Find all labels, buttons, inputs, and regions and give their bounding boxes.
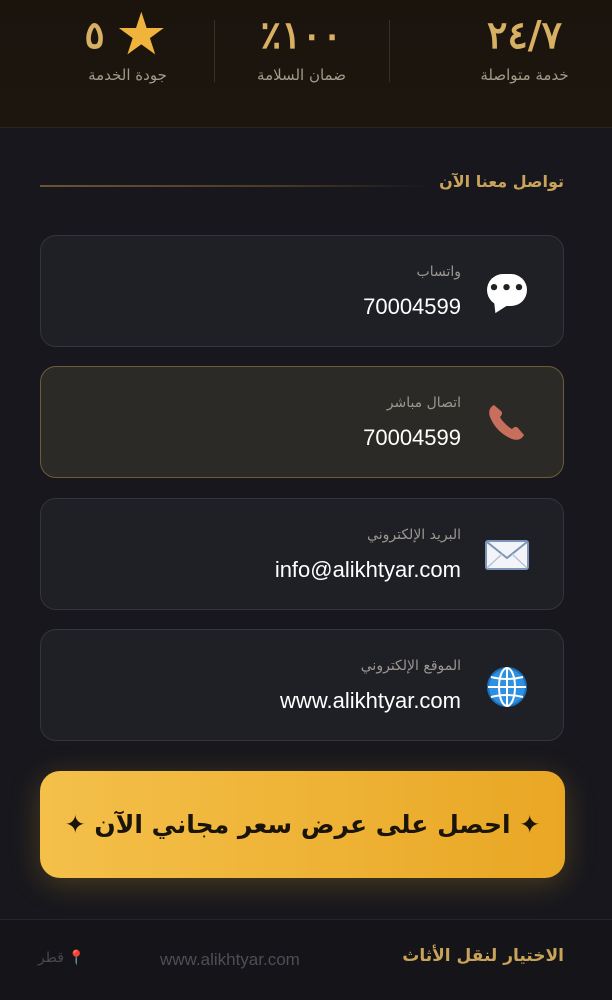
envelope-icon xyxy=(483,531,531,579)
star-icon: ★ xyxy=(118,4,165,65)
globe-icon xyxy=(483,662,531,710)
stat-label: ضمان السلامة xyxy=(257,66,346,84)
stat-value: ٥ xyxy=(84,12,105,57)
contact-card-website[interactable]: الموقع الإلكتروني www.alikhtyar.com xyxy=(40,629,564,741)
contact-card-phone[interactable]: اتصال مباشر 70004599 xyxy=(40,366,564,478)
contact-card-whatsapp[interactable]: ••• واتساب 70004599 xyxy=(40,235,564,347)
stat-value: ٪١٠٠ xyxy=(260,12,343,57)
footer-brand: الاختيار لنقل الأثاث xyxy=(402,946,564,966)
stat-divider xyxy=(389,20,390,82)
section-title: تواصل معنا الآن xyxy=(439,172,564,191)
section-divider xyxy=(40,185,430,187)
contact-value: www.alikhtyar.com xyxy=(280,688,461,713)
footer: الاختيار لنقل الأثاث www.alikhtyar.com 📍… xyxy=(0,919,612,1000)
stat-label: جودة الخدمة xyxy=(88,66,167,84)
stat-service-24-7: ٢٤/٧ خدمة متواصلة xyxy=(437,0,612,128)
location-label: قطر xyxy=(38,950,64,966)
location-pin-icon: 📍 xyxy=(67,950,86,966)
contact-card-email[interactable]: البريد الإلكتروني info@alikhtyar.com xyxy=(40,498,564,610)
whatsapp-bubble-icon: ••• xyxy=(483,268,531,316)
stat-value-row: ٥ ★ xyxy=(40,9,215,61)
footer-location: 📍قطر xyxy=(38,950,85,966)
contact-label: البريد الإلكتروني xyxy=(367,527,461,543)
free-quote-button[interactable]: ✦ احصل على عرض سعر مجاني الآن ✦ xyxy=(40,771,565,878)
stat-quality: ٥ ★ جودة الخدمة xyxy=(40,0,215,128)
phone-icon xyxy=(483,399,531,447)
contact-value: 70004599 xyxy=(363,294,461,319)
contact-label: الموقع الإلكتروني xyxy=(360,658,461,674)
stats-bar: ٢٤/٧ خدمة متواصلة ٪١٠٠ ضمان السلامة ٥ ★ … xyxy=(0,0,612,128)
stat-value: ٢٤/٧ xyxy=(486,12,563,57)
contact-value: 70004599 xyxy=(363,425,461,450)
contact-label: واتساب xyxy=(416,264,461,280)
contact-value: info@alikhtyar.com xyxy=(274,557,461,582)
contact-label: اتصال مباشر xyxy=(386,395,461,411)
stat-label: خدمة متواصلة xyxy=(480,66,569,84)
stat-safety: ٪١٠٠ ضمان السلامة xyxy=(214,0,389,128)
footer-website-link[interactable]: www.alikhtyar.com xyxy=(160,950,300,970)
